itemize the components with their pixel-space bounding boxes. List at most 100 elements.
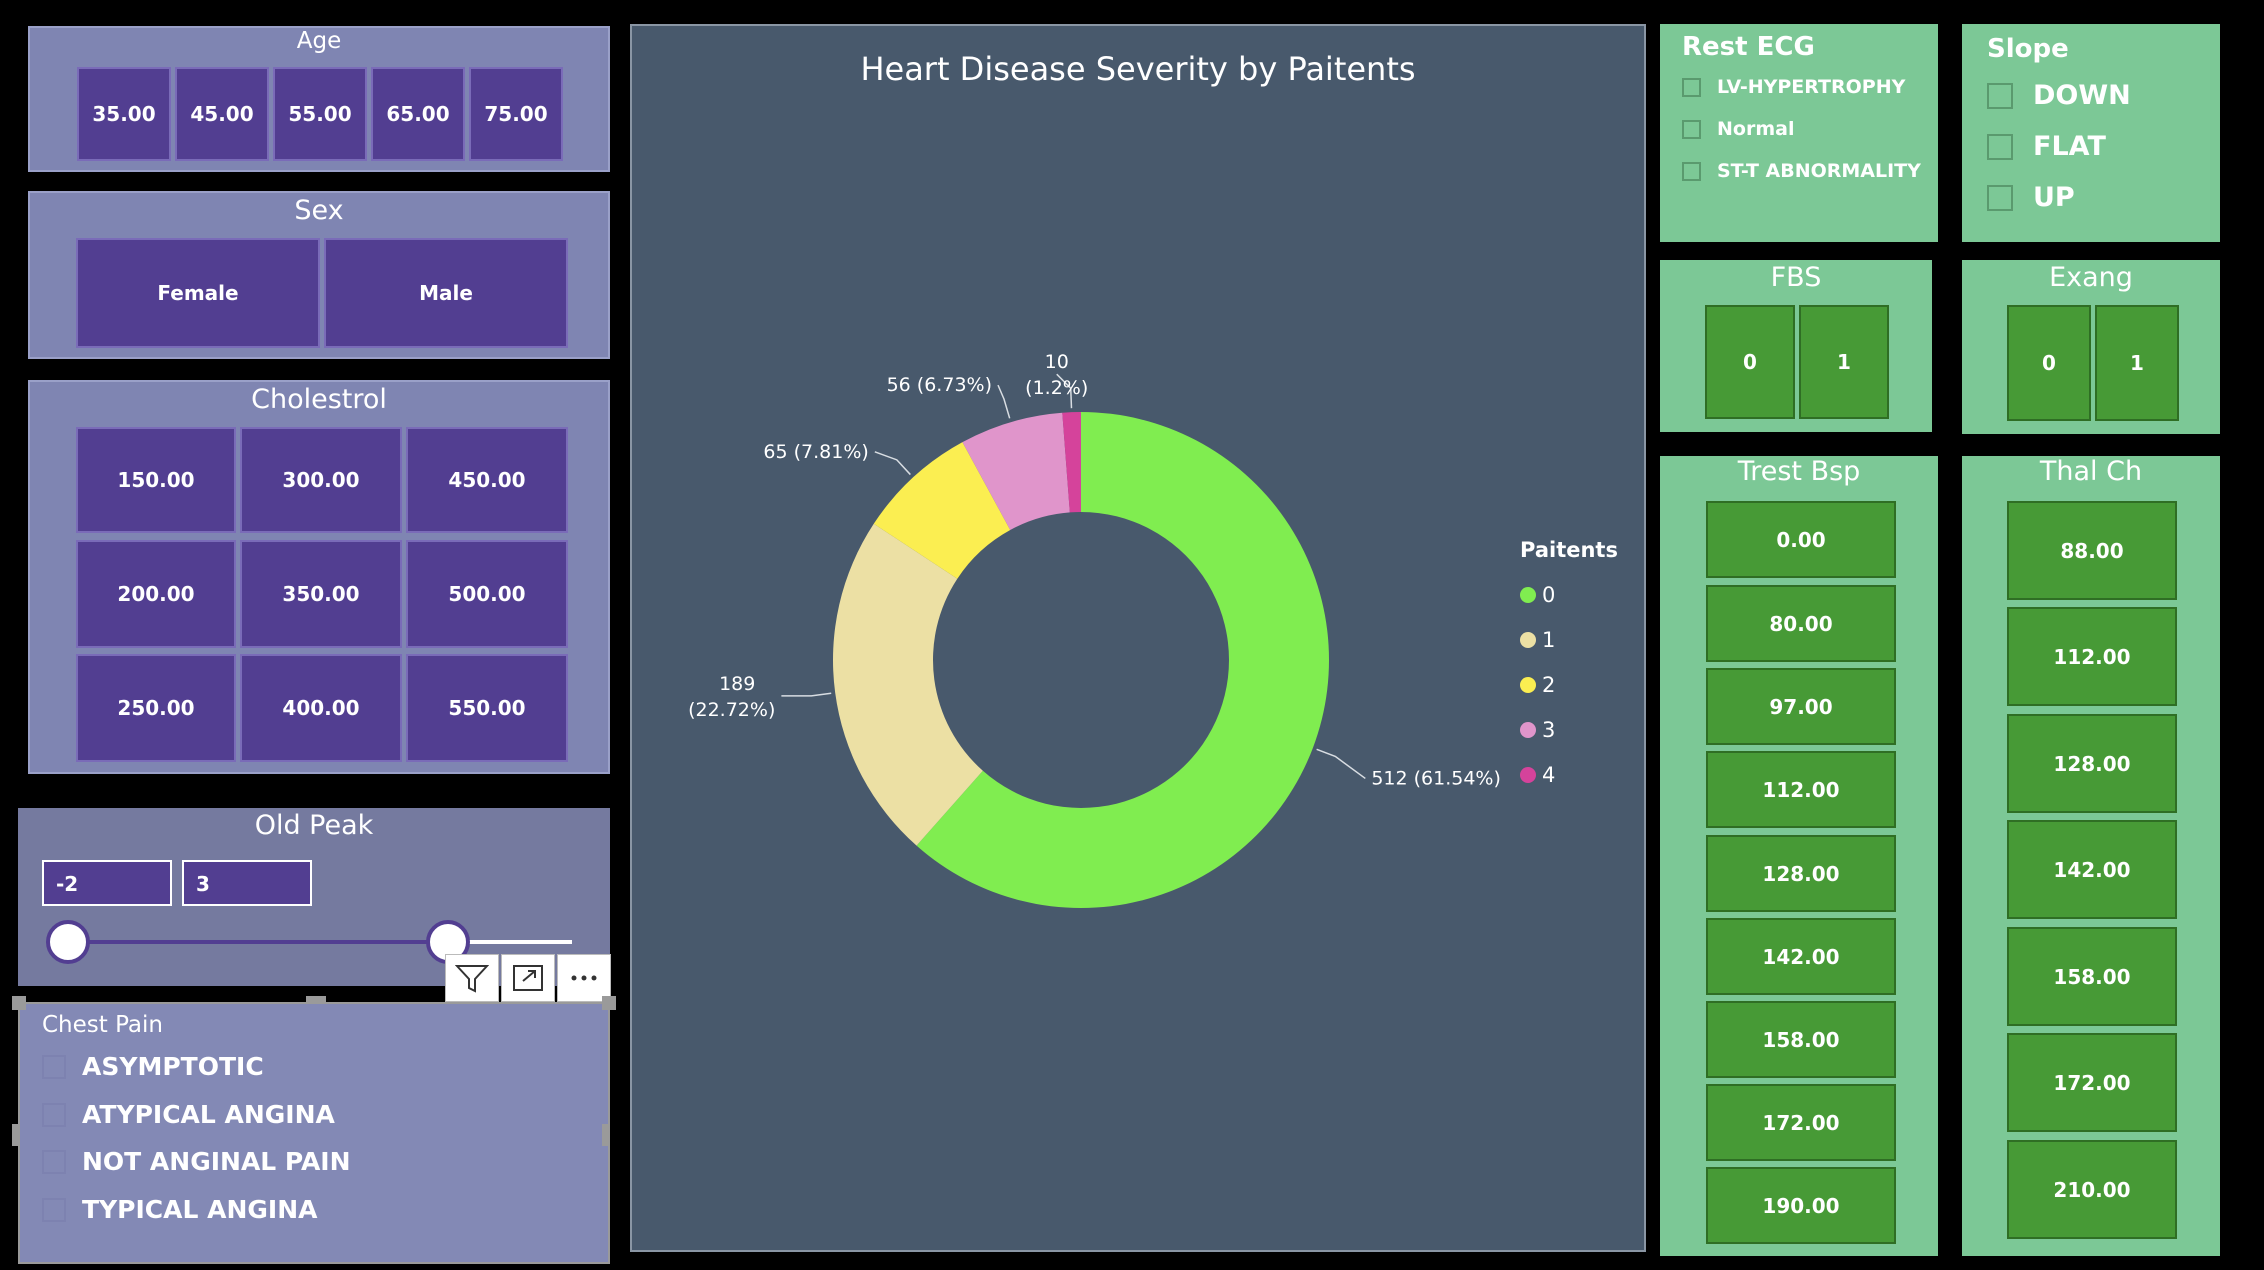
thal-ch-slicer: Thal Ch 88.00 112.00 128.00 142.00 158.0… [1962, 456, 2220, 1256]
rest-ecg-option-st-t-abnormality[interactable]: ST-T ABNORMALITY [1682, 160, 1921, 182]
rest-ecg-option-normal[interactable]: Normal [1682, 118, 1794, 140]
thal-ch-option[interactable]: 142.00 [2007, 820, 2177, 919]
exang-option[interactable]: 1 [2095, 305, 2179, 421]
legend-item-2[interactable]: 2 [1520, 662, 1618, 707]
cholestrol-option[interactable]: 550.00 [406, 654, 568, 762]
donut-chart-canvas: 512 (61.54%) 189 (22.72%) 65 (7.81%) 56 (6.7… [688, 351, 1501, 908]
data-label-0: 512 (61.54%) [1371, 767, 1501, 789]
old-peak-slider-track[interactable] [68, 940, 448, 944]
legend-item-1[interactable]: 1 [1520, 617, 1618, 662]
chest-pain-option-typical-angina[interactable]: TYPICAL ANGINA [42, 1195, 317, 1224]
old-peak-min-input[interactable]: -2 [42, 860, 172, 906]
legend-item-4[interactable]: 4 [1520, 752, 1618, 797]
checkbox[interactable] [1987, 184, 2013, 211]
legend-marker [1520, 766, 1536, 783]
sex-option-male[interactable]: Male [324, 238, 568, 348]
old-peak-max-input[interactable]: 3 [182, 860, 312, 906]
cholestrol-option[interactable]: 500.00 [406, 540, 568, 648]
cholestrol-option[interactable]: 350.00 [240, 540, 402, 648]
fbs-slicer-title: FBS [1770, 262, 1822, 293]
checkbox[interactable] [1682, 119, 1701, 139]
age-option[interactable]: 45.00 [175, 67, 269, 161]
trest-bsp-option[interactable]: 128.00 [1706, 835, 1896, 912]
thal-ch-option[interactable]: 128.00 [2007, 714, 2177, 813]
severity-donut-chart[interactable]: Heart Disease Severity by Paitents 512 (… [630, 24, 1646, 1252]
resize-handle[interactable] [602, 1124, 608, 1146]
age-option[interactable]: 65.00 [371, 67, 465, 161]
trest-bsp-option[interactable]: 97.00 [1706, 668, 1896, 745]
checkbox[interactable] [42, 1054, 66, 1079]
filter-button[interactable] [445, 954, 499, 1002]
trest-bsp-option[interactable]: 190.00 [1706, 1167, 1896, 1244]
fbs-option[interactable]: 0 [1705, 305, 1795, 419]
old-peak-min-handle[interactable] [46, 920, 90, 964]
more-options-button[interactable] [557, 954, 611, 1002]
age-option[interactable]: 55.00 [273, 67, 367, 161]
slope-option-up[interactable]: UP [1987, 182, 2075, 213]
cholestrol-option[interactable]: 400.00 [240, 654, 402, 762]
checkbox[interactable] [42, 1197, 66, 1222]
data-label-3: 56 (6.73%) [887, 374, 992, 396]
thal-ch-option[interactable]: 112.00 [2007, 607, 2177, 706]
legend-marker [1520, 676, 1536, 693]
checkbox[interactable] [1987, 133, 2013, 160]
age-option[interactable]: 35.00 [77, 67, 171, 161]
sex-slicer: Sex Female Male [28, 191, 610, 359]
legend-label: 3 [1542, 717, 1556, 742]
thal-ch-option[interactable]: 172.00 [2007, 1033, 2177, 1132]
checkbox[interactable] [42, 1102, 66, 1127]
age-slicer: Age 35.00 45.00 55.00 65.00 75.00 [28, 26, 610, 172]
checkbox[interactable] [42, 1149, 66, 1174]
legend-title: Paitents [1520, 538, 1618, 562]
sex-slicer-title: Sex [294, 195, 344, 226]
chest-pain-option-not-anginal-pain[interactable]: NOT ANGINAL PAIN [42, 1147, 351, 1176]
checkbox[interactable] [1682, 77, 1701, 97]
thal-ch-option[interactable]: 158.00 [2007, 927, 2177, 1026]
thal-ch-option[interactable]: 210.00 [2007, 1140, 2177, 1239]
age-option[interactable]: 75.00 [469, 67, 563, 161]
legend-label: 2 [1542, 672, 1556, 697]
trest-bsp-option[interactable]: 112.00 [1706, 751, 1896, 828]
exang-option[interactable]: 0 [2007, 305, 2091, 421]
legend-item-3[interactable]: 3 [1520, 707, 1618, 752]
trest-bsp-option[interactable]: 142.00 [1706, 918, 1896, 995]
legend-marker [1520, 721, 1536, 738]
legend-item-0[interactable]: 0 [1520, 572, 1618, 617]
cholestrol-option[interactable]: 250.00 [76, 654, 236, 762]
option-label: LV-HYPERTROPHY [1717, 76, 1906, 98]
legend-marker [1520, 586, 1536, 603]
resize-handle[interactable] [306, 996, 326, 1002]
rest-ecg-slicer-title: Rest ECG [1682, 32, 1815, 62]
cholestrol-option[interactable]: 450.00 [406, 427, 568, 533]
trest-bsp-option[interactable]: 172.00 [1706, 1084, 1896, 1161]
cholestrol-option[interactable]: 150.00 [76, 427, 236, 533]
resize-handle[interactable] [12, 996, 26, 1010]
checkbox[interactable] [1987, 82, 2013, 109]
legend-label: 4 [1542, 762, 1556, 787]
slope-option-flat[interactable]: FLAT [1987, 131, 2106, 162]
legend-label: 1 [1542, 627, 1556, 652]
leader-line [874, 451, 911, 476]
cholestrol-option[interactable]: 200.00 [76, 540, 236, 648]
filter-icon [455, 965, 489, 993]
chest-pain-option-atypical-angina[interactable]: ATYPICAL ANGINA [42, 1100, 335, 1129]
option-label: Normal [1717, 118, 1795, 140]
rest-ecg-option-lv-hypertrophy[interactable]: LV-HYPERTROPHY [1682, 76, 1905, 98]
focus-mode-button[interactable] [501, 954, 555, 1002]
trest-bsp-option[interactable]: 0.00 [1706, 501, 1896, 578]
thal-ch-option[interactable]: 88.00 [2007, 501, 2177, 600]
sex-option-female[interactable]: Female [76, 238, 320, 348]
leader-line [1316, 748, 1366, 780]
chest-pain-option-asymptotic[interactable]: ASYMPTOTIC [42, 1052, 264, 1081]
slope-option-down[interactable]: DOWN [1987, 80, 2131, 111]
leader-line [781, 692, 832, 697]
cholestrol-option[interactable]: 300.00 [240, 427, 402, 533]
slope-slicer: Slope DOWN FLAT UP [1962, 24, 2220, 242]
checkbox[interactable] [1682, 161, 1701, 181]
resize-handle[interactable] [12, 1124, 18, 1146]
resize-handle[interactable] [602, 996, 616, 1010]
fbs-option[interactable]: 1 [1799, 305, 1889, 419]
trest-bsp-option[interactable]: 158.00 [1706, 1001, 1896, 1078]
data-label-2: 65 (7.81%) [763, 441, 868, 463]
trest-bsp-option[interactable]: 80.00 [1706, 585, 1896, 662]
